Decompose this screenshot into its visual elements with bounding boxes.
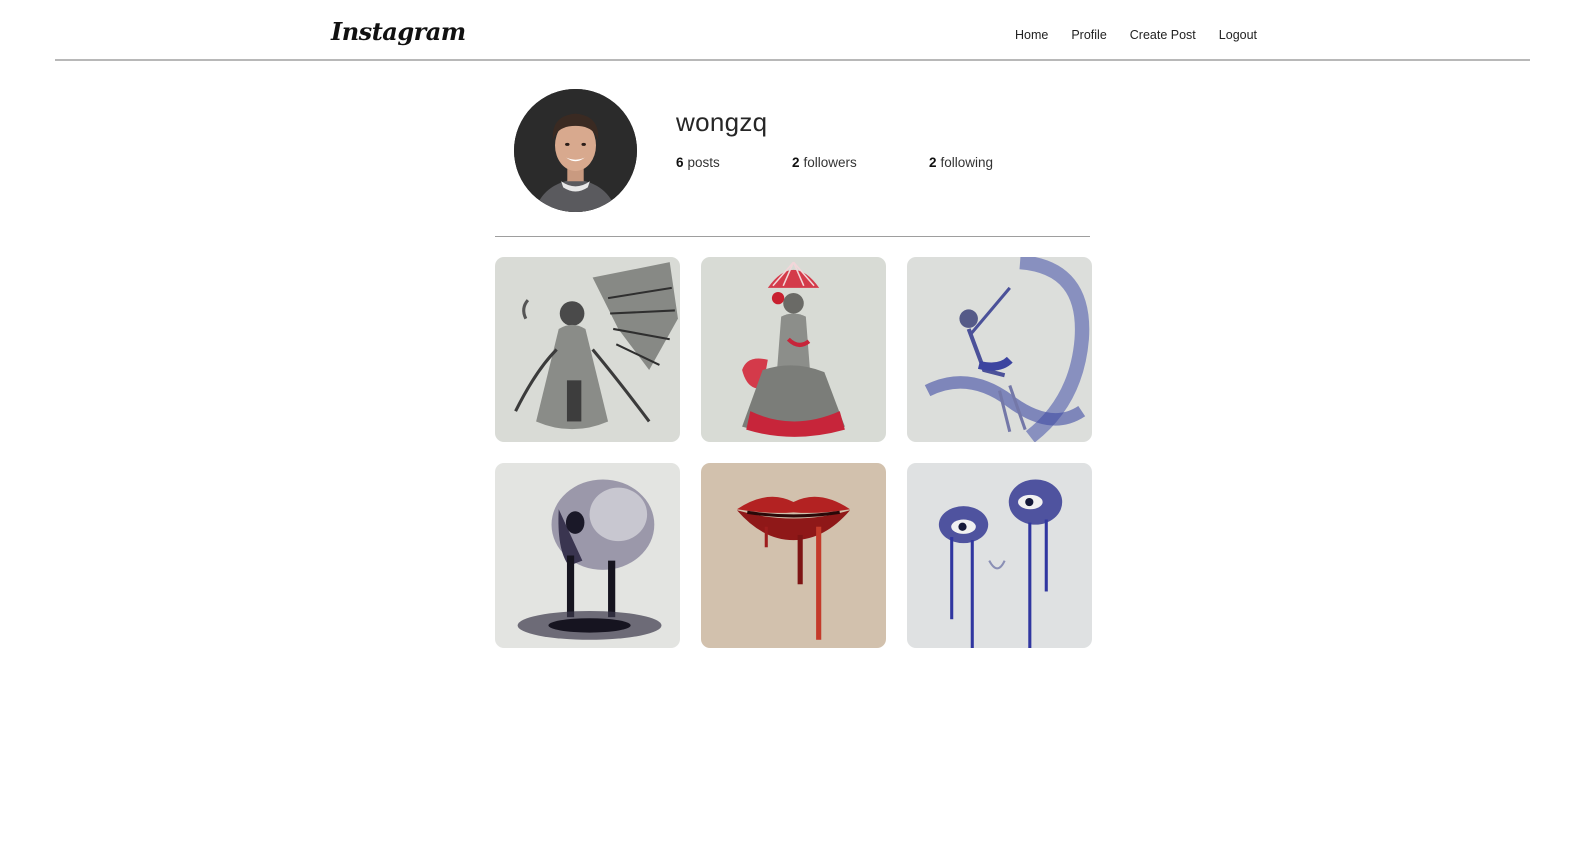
- profile-header: wongzq 6 posts 2 followers 2 following: [495, 89, 1090, 237]
- followers-count: 2: [792, 155, 800, 170]
- post-thumbnail-ribbon-dancer[interactable]: [907, 257, 1092, 442]
- post-thumbnail-fan-dancer[interactable]: [701, 257, 886, 442]
- following-count: 2: [929, 155, 937, 170]
- post-thumbnail-blue-eyes[interactable]: [907, 463, 1092, 648]
- posts-count: 6: [676, 155, 684, 170]
- profile-stats: 6 posts 2 followers 2 following: [676, 155, 993, 170]
- posts-stat: 6 posts: [676, 155, 792, 170]
- followers-stat[interactable]: 2 followers: [792, 155, 929, 170]
- followers-label: followers: [803, 155, 857, 170]
- profile-username: wongzq: [676, 107, 768, 137]
- following-label: following: [940, 155, 994, 170]
- nav-link-create-post[interactable]: Create Post: [1130, 28, 1196, 42]
- nav-link-profile[interactable]: Profile: [1071, 28, 1106, 42]
- post-thumbnail-dripping-skull[interactable]: [495, 463, 680, 648]
- instagram-logo[interactable]: Instagram: [331, 17, 466, 46]
- avatar: [514, 89, 637, 212]
- post-thumbnail-winged-geisha[interactable]: [495, 257, 680, 442]
- post-gallery: [495, 257, 1092, 648]
- nav-links: Home Profile Create Post Logout: [1015, 28, 1280, 42]
- post-thumbnail-dripping-lips[interactable]: [701, 463, 886, 648]
- posts-label: posts: [687, 155, 720, 170]
- nav-link-logout[interactable]: Logout: [1219, 28, 1257, 42]
- following-stat[interactable]: 2 following: [929, 155, 993, 170]
- top-navbar: Instagram Home Profile Create Post Logou…: [55, 0, 1530, 61]
- nav-link-home[interactable]: Home: [1015, 28, 1048, 42]
